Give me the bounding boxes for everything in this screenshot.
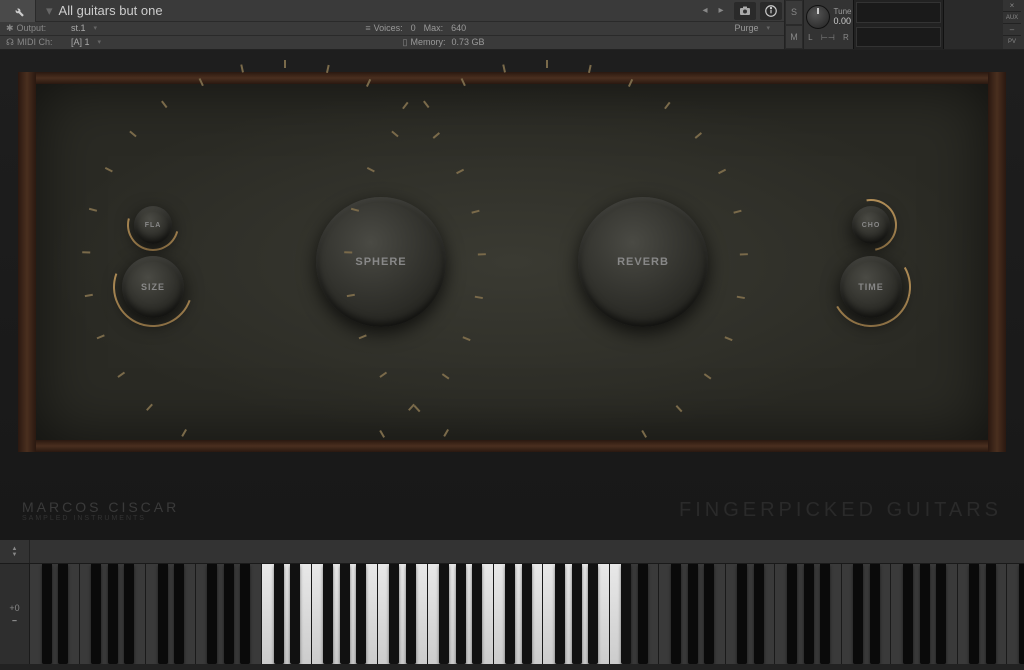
info-button[interactable] — [760, 2, 782, 20]
maker-brand: MARCOS CISCAR — [22, 499, 179, 515]
midi-value[interactable]: [A] 1 — [71, 37, 90, 47]
keyboard[interactable] — [30, 564, 1024, 664]
time-knob[interactable]: TIME — [840, 256, 902, 318]
level-meters — [853, 0, 943, 49]
volume-fader[interactable] — [943, 0, 1003, 49]
voices-value: 0 — [411, 23, 416, 33]
pitch-down-icon[interactable]: ▼ — [12, 552, 18, 558]
cho-knob[interactable]: CHO — [852, 206, 890, 244]
sphere-knob[interactable]: SPHERE — [316, 197, 446, 327]
pan-left-label: L — [808, 33, 812, 42]
wrench-button[interactable] — [0, 0, 36, 22]
reverb-knob[interactable]: REVERB — [578, 197, 708, 327]
close-button[interactable]: × — [1003, 0, 1021, 12]
snapshot-button[interactable] — [734, 2, 756, 20]
output-label: Output: — [17, 23, 47, 33]
pan-right-label: R — [843, 33, 849, 42]
tune-value[interactable]: 0.00 — [834, 16, 852, 26]
minimize-button[interactable]: – — [1003, 24, 1021, 36]
instrument-name[interactable]: ▾ All guitars but one — [36, 3, 694, 19]
size-knob[interactable]: SIZE — [122, 256, 184, 318]
product-name: FINGERPICKED GUITARS — [679, 499, 1002, 522]
pitch-slider[interactable]: ━ — [12, 617, 16, 625]
max-value[interactable]: 640 — [451, 23, 466, 33]
midi-dropdown-icon[interactable]: ▾ — [98, 38, 102, 46]
pitch-label: +0 — [9, 603, 19, 613]
memory-value: 0.73 GB — [451, 37, 484, 47]
max-label: Max: — [424, 23, 444, 33]
purge-dropdown-icon[interactable]: ▾ — [766, 24, 770, 32]
solo-button[interactable]: S — [785, 0, 803, 25]
fla-knob[interactable]: FLA — [134, 206, 172, 244]
aux-button[interactable]: AUX — [1003, 12, 1021, 24]
voices-label: Voices: — [374, 23, 403, 33]
memory-label: Memory: — [410, 37, 445, 47]
output-value[interactable]: st.1 — [71, 23, 86, 33]
instrument-panel: FLA SIZE SPHERE REVERB — [0, 50, 1024, 540]
tune-knob[interactable] — [806, 5, 830, 29]
keyboard-area: ▲ ▼ +0 ━ — [0, 540, 1024, 670]
mute-button[interactable]: M — [785, 25, 803, 50]
pan-slider[interactable]: ⊢⊣ — [821, 33, 835, 42]
tune-label: Tune — [834, 7, 852, 16]
next-instrument-button[interactable]: ▸ — [714, 4, 728, 18]
output-dropdown-icon[interactable]: ▾ — [94, 24, 98, 32]
maker-sub: SAMPLED INSTRUMENTS — [22, 515, 179, 522]
midi-label: MIDI Ch: — [17, 37, 53, 47]
purge-button[interactable]: Purge — [734, 23, 758, 33]
prev-instrument-button[interactable]: ◂ — [698, 4, 712, 18]
pv-button[interactable]: PV — [1003, 36, 1021, 48]
kontakt-header: ▾ All guitars but one ◂ ▸ ✱Output: st.1 … — [0, 0, 1024, 50]
